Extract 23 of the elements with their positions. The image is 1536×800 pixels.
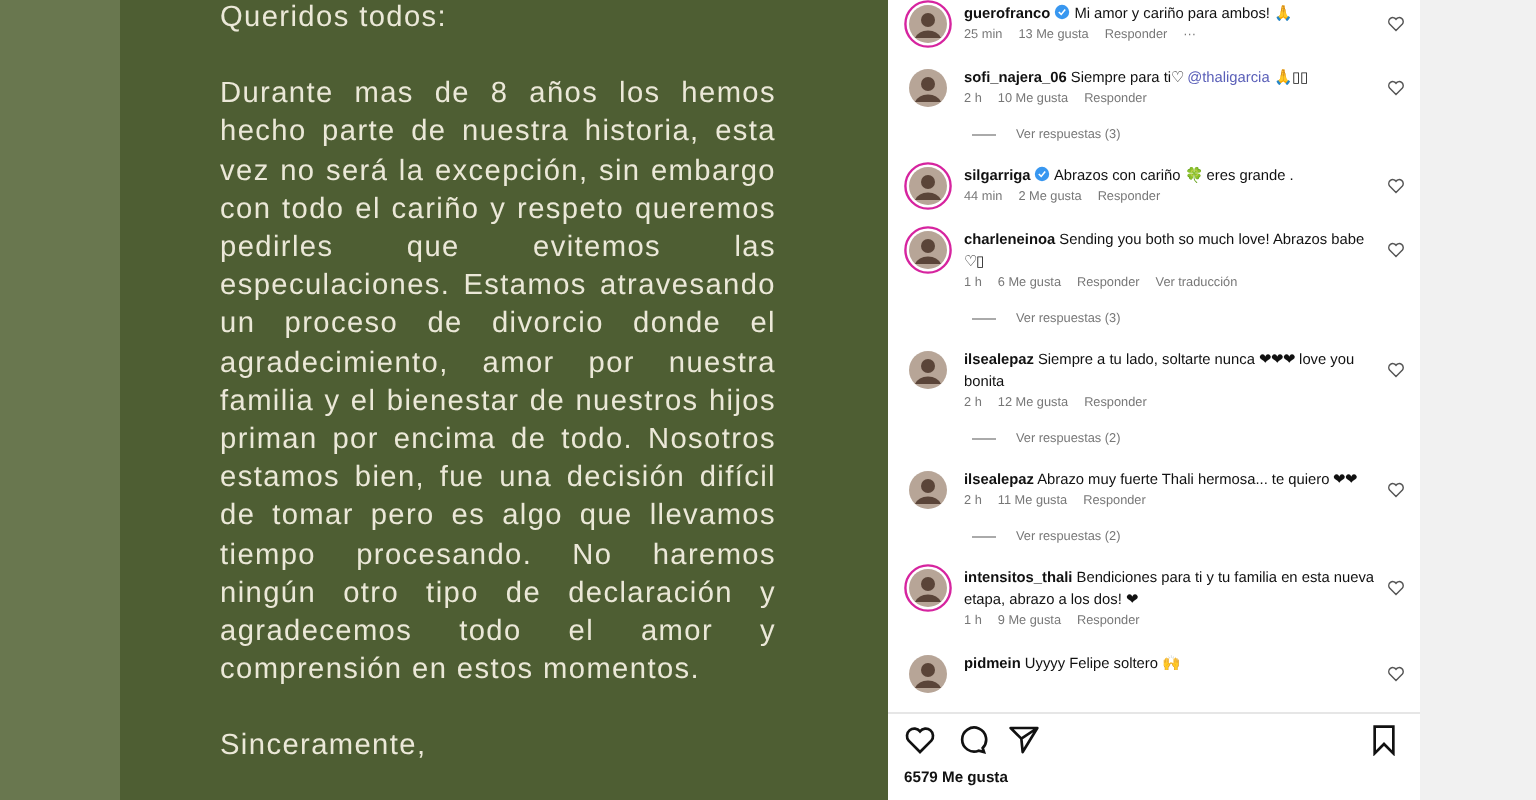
avatar[interactable] <box>904 650 952 698</box>
like-icon[interactable] <box>1388 362 1404 378</box>
like-icon[interactable] <box>904 724 936 756</box>
avatar[interactable] <box>904 162 952 210</box>
letter-greeting: Queridos todos: <box>220 0 450 38</box>
like-icon[interactable] <box>1388 242 1404 258</box>
avatar[interactable] <box>904 0 952 48</box>
like-icon[interactable] <box>1388 178 1404 194</box>
like-icon[interactable] <box>1388 482 1404 498</box>
like-icon[interactable] <box>1388 580 1404 596</box>
avatar[interactable] <box>904 346 952 394</box>
like-icon[interactable] <box>1388 16 1404 32</box>
avatar[interactable] <box>904 466 952 514</box>
letter-body: Durante mas de 8 años los hemos hecho parte de nuestra historia, esta vez no será la excepción, sin embargo con todo el cariño y respeto queremos pedirles que evitemos las especulaciones. Estamos atravesando un proceso de divorcio donde el agradecimiento, amor por nuestra familia y el bienestar de nuestros hijos priman por encima de todo. Nosotros estamos bien, fue una decisión difícil de tomar pero es algo que llevamos tiempo procesando. No haremos ningún otro tipo de declaración y agradecemos todo el amor y comprensión en estos momentos. <box>220 76 776 691</box>
share-icon[interactable] <box>1008 724 1040 756</box>
comment-icon[interactable] <box>956 724 988 756</box>
avatar[interactable] <box>904 226 952 274</box>
avatar[interactable] <box>904 564 952 612</box>
like-icon[interactable] <box>1388 80 1404 96</box>
like-icon[interactable] <box>1388 666 1404 682</box>
letter-closing: Sinceramente, <box>220 728 429 767</box>
bookmark-icon[interactable] <box>1368 724 1400 756</box>
avatar[interactable] <box>904 64 952 112</box>
